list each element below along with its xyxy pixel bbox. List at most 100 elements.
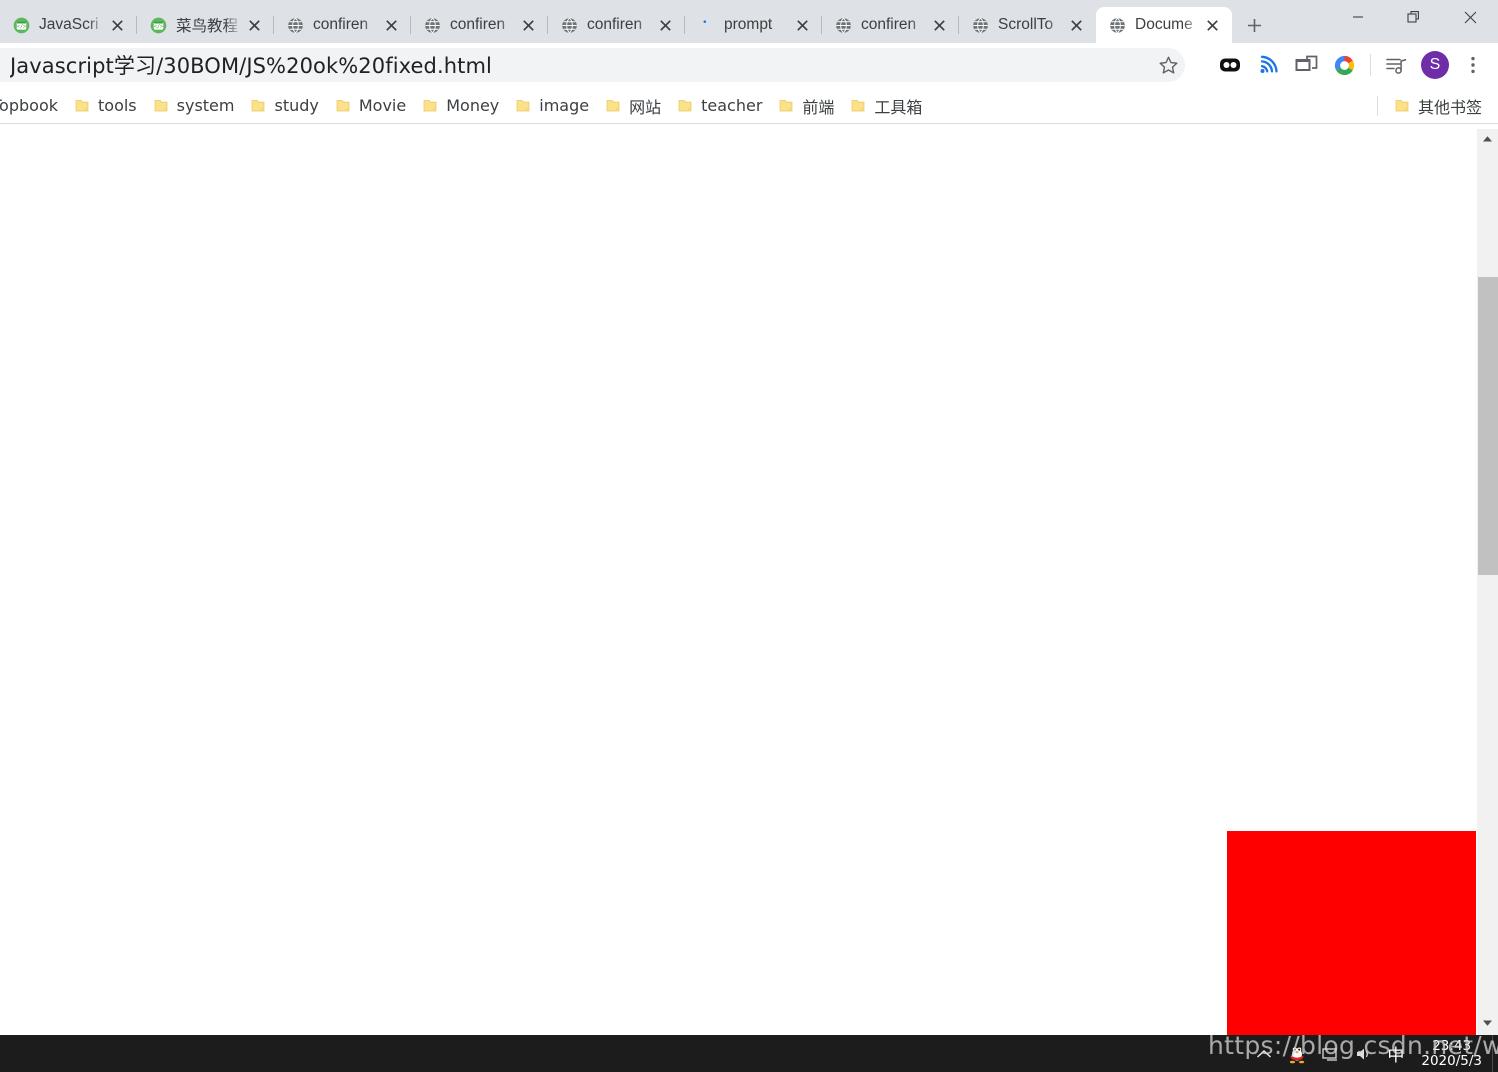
taskbar-clock[interactable]: 23:43 2020/5/3 [1411, 1037, 1492, 1069]
scrollbar-up-button[interactable] [1477, 129, 1498, 149]
bookmark-item[interactable]: tools [66, 92, 145, 120]
bookmark-label: tools [98, 96, 137, 115]
bookmark-item[interactable]: Topbook [0, 92, 66, 120]
qq-penguin-icon [1290, 1043, 1305, 1063]
bookmark-label: 其他书签 [1417, 97, 1482, 117]
volume-icon [1357, 1048, 1369, 1060]
chrome-menu-button[interactable] [1454, 46, 1492, 84]
page-scrollbar[interactable] [1476, 125, 1498, 1035]
browser-tab[interactable]: confiren [548, 7, 685, 43]
extension-window-button[interactable] [1287, 46, 1325, 84]
bookmark-item[interactable]: Movie [327, 92, 414, 120]
close-icon [659, 19, 671, 31]
bookmark-other-bookmarks[interactable]: 其他书签 [1386, 92, 1490, 120]
runoob-icon: </> [149, 16, 167, 34]
address-bar[interactable]: Javascript学习/30BOM/JS%20ok%20fixed.html [0, 48, 1185, 82]
tab-close-button[interactable] [929, 15, 949, 35]
window-close-button[interactable] [1442, 0, 1498, 34]
tab-close-button[interactable] [655, 15, 675, 35]
new-tab-button[interactable] [1234, 7, 1274, 43]
bookmark-label: system [176, 96, 235, 115]
toolbar-divider [1370, 54, 1371, 76]
tab-title: Docume [1135, 16, 1193, 33]
extension-dark-reader-button[interactable] [1211, 46, 1249, 84]
ime-indicator[interactable]: 中 [1380, 1035, 1411, 1072]
browser-window: </> JavaScri </> 菜鸟教程 confiren confiren confir… [0, 0, 1498, 1072]
window-minimize-button[interactable] [1330, 0, 1386, 34]
media-playlist-button[interactable] [1378, 46, 1416, 84]
browser-tab[interactable]: confiren [274, 7, 411, 43]
network-tray-button[interactable] [1315, 1035, 1348, 1072]
folder-icon [75, 99, 89, 111]
tab-close-button[interactable] [1202, 15, 1222, 35]
restore-icon [1407, 11, 1419, 23]
bookmark-item[interactable]: system [145, 92, 243, 120]
browser-tab[interactable]: confiren [411, 7, 548, 43]
bookmark-item[interactable]: 工具箱 [842, 92, 930, 120]
bookmark-item[interactable]: study [242, 92, 326, 120]
folder-icon [516, 99, 530, 111]
url-text[interactable]: Javascript学习/30BOM/JS%20ok%20fixed.html [10, 50, 1177, 80]
close-icon [111, 19, 123, 31]
tab-title: 菜鸟教程 [176, 18, 239, 35]
cast-wifi-icon [1260, 55, 1278, 73]
tab-close-button[interactable] [792, 15, 812, 35]
browser-tab[interactable]: </> JavaScri [0, 7, 137, 43]
clock-time: 23:43 [1432, 1037, 1472, 1054]
bookmark-label: 前端 [802, 97, 835, 117]
browser-tab[interactable]: prompt [685, 7, 822, 43]
folder-icon [252, 99, 265, 111]
tab-title: confiren [313, 16, 369, 33]
browser-tab[interactable]: Docume [1096, 7, 1232, 43]
scroll-up-icon [1483, 136, 1492, 142]
tab-close-button[interactable] [381, 15, 401, 35]
tab-close-button[interactable] [518, 15, 538, 35]
close-icon [1464, 11, 1476, 23]
volume-tray-button[interactable] [1348, 1035, 1380, 1072]
runoob-icon: </> [12, 16, 30, 34]
bookmark-label: 网站 [629, 97, 662, 117]
browser-tab[interactable]: </> 菜鸟教程 [137, 7, 274, 43]
close-icon [385, 19, 397, 31]
tab-close-button[interactable] [107, 15, 127, 35]
bookmark-star-button[interactable] [1150, 47, 1186, 83]
fixed-red-box [1227, 831, 1476, 1035]
bookmark-item[interactable]: image [507, 92, 597, 120]
tab-close-button[interactable] [244, 15, 264, 35]
bookmark-item[interactable]: teacher [669, 92, 770, 120]
bookmark-item[interactable]: 前端 [770, 92, 842, 120]
minimize-icon [1353, 16, 1363, 18]
bookmark-label: teacher [701, 96, 763, 115]
qq-tray-button[interactable] [1279, 1035, 1315, 1072]
globe-icon [971, 16, 989, 34]
bookmark-label: Movie [358, 96, 407, 115]
star-icon [1158, 56, 1178, 74]
page-viewport [0, 125, 1498, 1035]
scrollbar-down-button[interactable] [1477, 1013, 1498, 1033]
scrollbar-thumb[interactable] [1478, 277, 1498, 575]
network-icon [1322, 1047, 1338, 1061]
bookmark-item[interactable]: 网站 [597, 92, 669, 120]
browser-tab[interactable]: ScrollTo [959, 7, 1096, 43]
window-controls [1330, 0, 1498, 34]
tab-title: JavaScri [39, 16, 99, 33]
dark-reader-icon [1220, 58, 1240, 72]
bookmarks-bar: Topbook tools system study Movie Money image 网站… [0, 88, 1498, 124]
close-icon [522, 19, 534, 31]
cast-wifi-button[interactable] [1249, 46, 1287, 84]
close-icon [1206, 19, 1218, 31]
tab-strip: </> JavaScri </> 菜鸟教程 confiren confiren confir… [0, 0, 1498, 43]
tab-close-button[interactable] [1066, 15, 1086, 35]
folder-icon [423, 99, 437, 111]
profile-avatar-button[interactable]: S [1416, 46, 1454, 84]
media-playlist-icon [1386, 58, 1407, 74]
show-desktop-button[interactable] [1492, 1035, 1498, 1072]
extension-color-wheel-button[interactable] [1325, 46, 1363, 84]
window-maximize-button[interactable] [1386, 0, 1442, 34]
browser-tab[interactable]: confiren [822, 7, 959, 43]
close-icon [248, 19, 260, 31]
tab-title: ScrollTo [998, 16, 1054, 33]
folder-icon [154, 99, 167, 111]
bookmark-item[interactable]: Money [414, 92, 507, 120]
show-hidden-icons-button[interactable] [1249, 1035, 1279, 1072]
